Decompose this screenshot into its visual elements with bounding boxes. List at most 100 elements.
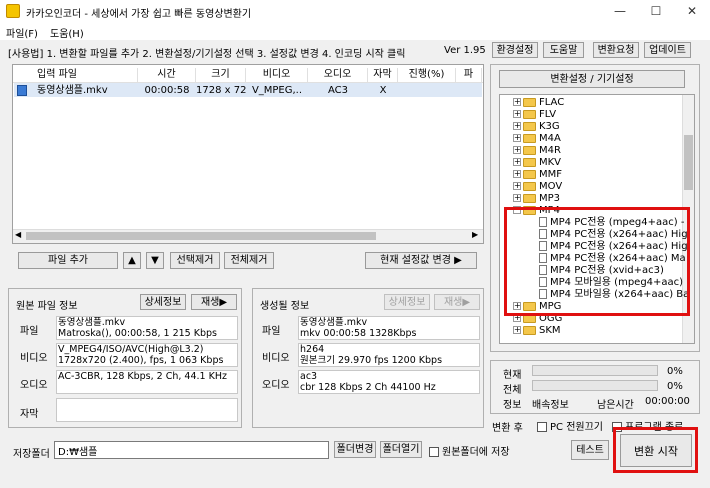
folder-icon <box>523 157 536 167</box>
tree-item-label: M4R <box>539 145 561 156</box>
source-video-label: 비디오 <box>20 353 48 364</box>
source-info-title: 원본 파일 정보 <box>16 301 78 312</box>
request-button[interactable]: 변환요청 <box>593 42 639 58</box>
col-progress[interactable]: 진행(%) <box>398 68 456 82</box>
tree-scroll-thumb[interactable] <box>684 135 693 190</box>
mp4-highlight-box <box>504 207 690 316</box>
menu-help[interactable]: 도움(H) <box>50 25 84 40</box>
output-audio-meta: cbr 128 Kbps 2 Ch 44100 Hz <box>300 382 436 393</box>
env-settings-button[interactable]: 환경설정 <box>492 42 538 58</box>
help-button[interactable]: 도움말 <box>543 42 584 58</box>
output-file-label: 파일 <box>262 326 281 337</box>
apply-current-setting-button[interactable]: 현재 설정값 변경 ▶ <box>365 252 477 269</box>
tree-folder[interactable]: + SKM <box>513 325 683 337</box>
source-video-meta: 1728x720 (2.400), fps, 1 063 Kbps <box>58 355 224 366</box>
scroll-left-icon[interactable]: ◀ <box>15 230 21 239</box>
usage-instructions: [사용법] 1. 변환할 파일를 추가 2. 변환설정/기기설정 선택 3. 설… <box>8 49 406 60</box>
info-label: 정보 <box>503 400 522 411</box>
window-title: 카카오인코더 - 세상에서 가장 쉽고 빠른 동영상변환기 <box>26 9 252 20</box>
pc-off-option[interactable]: PC 전원끄기 <box>537 418 603 433</box>
tree-folder[interactable]: + M4A <box>513 133 683 145</box>
scroll-thumb[interactable] <box>26 232 376 240</box>
source-audio-meta: AC-3CBR, 128 Kbps, 2 Ch, 44.1 KHz <box>58 371 227 382</box>
tree-item-label: MOV <box>539 181 563 192</box>
cell-subtitle: X <box>379 85 387 96</box>
speed-label: 배속정보 <box>532 400 569 411</box>
save-to-source-label: 원본폴더에 저장 <box>442 447 510 458</box>
source-sub-box <box>56 398 238 422</box>
test-button[interactable]: 테스트 <box>571 440 609 460</box>
add-file-button[interactable]: 파일 추가 <box>18 252 118 269</box>
tree-folder[interactable]: + M4R <box>513 145 683 157</box>
tree-folder[interactable]: + MMF <box>513 169 683 181</box>
source-play-button[interactable]: 재생▶ <box>191 294 237 310</box>
remove-all-button[interactable]: 전체제거 <box>224 252 274 269</box>
col-time[interactable]: 시간 <box>138 68 196 82</box>
scroll-right-icon[interactable]: ▶ <box>472 230 478 239</box>
col-size[interactable]: 크기 <box>196 68 246 82</box>
save-to-source-option[interactable]: 원본폴더에 저장 <box>429 443 510 458</box>
settings-device-button[interactable]: 변환설정 / 기기설정 <box>499 70 685 88</box>
pc-off-label: PC 전원끄기 <box>550 422 603 433</box>
tree-folder[interactable]: + FLV <box>513 109 683 121</box>
save-folder-input[interactable] <box>54 441 329 459</box>
expand-icon[interactable]: + <box>513 134 521 142</box>
move-down-button[interactable]: ▼ <box>146 252 164 269</box>
change-folder-button[interactable]: 폴더변경 <box>334 441 376 458</box>
remove-selected-button[interactable]: 선택제거 <box>170 252 220 269</box>
folder-icon <box>523 121 536 131</box>
tree-folder[interactable]: + K3G <box>513 121 683 133</box>
output-audio-label: 오디오 <box>262 380 290 391</box>
menu-bar <box>0 24 710 40</box>
folder-icon <box>523 133 536 143</box>
expand-icon[interactable]: + <box>513 170 521 178</box>
move-up-button[interactable]: ▲ <box>123 252 141 269</box>
col-video[interactable]: 비디오 <box>246 68 308 82</box>
minimize-icon[interactable]: — <box>602 0 638 24</box>
cell-file: 동영상샘플.mkv <box>37 85 108 96</box>
app-icon <box>6 4 20 18</box>
folder-icon <box>523 181 536 191</box>
menu-file[interactable]: 파일(F) <box>6 25 38 40</box>
output-file-name: 동영상샘플.mkv <box>300 317 368 328</box>
source-file-name: 동영상샘플.mkv <box>58 317 126 328</box>
expand-icon[interactable]: + <box>513 110 521 118</box>
source-detail-button[interactable]: 상세정보 <box>140 294 186 310</box>
total-progress-bar <box>532 380 658 391</box>
source-video-codec: V_MPEG4/ISO/AVC(High@L3.2) <box>58 344 204 355</box>
expand-icon[interactable]: + <box>513 146 521 154</box>
output-video-codec: h264 <box>300 344 325 355</box>
maximize-icon[interactable]: ☐ <box>638 0 674 24</box>
tree-folder[interactable]: + MKV <box>513 157 683 169</box>
expand-icon[interactable]: + <box>513 158 521 166</box>
cell-time: 00:00:58 <box>144 85 190 96</box>
tree-item-label: SKM <box>539 325 561 336</box>
cell-audio: AC3 <box>327 85 348 96</box>
pc-off-checkbox[interactable] <box>537 422 547 432</box>
open-folder-button[interactable]: 폴더열기 <box>380 441 422 458</box>
folder-icon <box>523 193 536 203</box>
total-label: 전체 <box>503 385 522 396</box>
current-label: 현재 <box>503 370 522 381</box>
output-audio-codec: ac3 <box>300 371 318 382</box>
output-play-button[interactable]: 재생▶ <box>434 294 480 310</box>
expand-icon[interactable]: + <box>513 98 521 106</box>
output-detail-button[interactable]: 상세정보 <box>384 294 430 310</box>
update-button[interactable]: 업데이트 <box>644 42 691 58</box>
expand-icon[interactable]: + <box>513 326 521 334</box>
tree-folder[interactable]: + FLAC <box>513 97 683 109</box>
close-icon[interactable]: ✕ <box>674 0 710 24</box>
expand-icon[interactable]: + <box>513 122 521 130</box>
save-to-source-checkbox[interactable] <box>429 447 439 457</box>
col-audio[interactable]: 오디오 <box>308 68 368 82</box>
remain-time: 00:00:00 <box>645 396 690 407</box>
tree-item-label: MMF <box>539 169 563 180</box>
tree-item-label: MKV <box>539 157 562 168</box>
expand-icon[interactable]: + <box>513 194 521 202</box>
col-input-file[interactable]: 입력 파일 <box>13 68 138 82</box>
expand-icon[interactable]: + <box>513 182 521 190</box>
col-subtitle[interactable]: 자막 <box>368 68 398 82</box>
tree-folder[interactable]: + MOV <box>513 181 683 193</box>
col-extra[interactable]: 파 <box>456 68 482 82</box>
tree-folder[interactable]: + MP3 <box>513 193 683 205</box>
